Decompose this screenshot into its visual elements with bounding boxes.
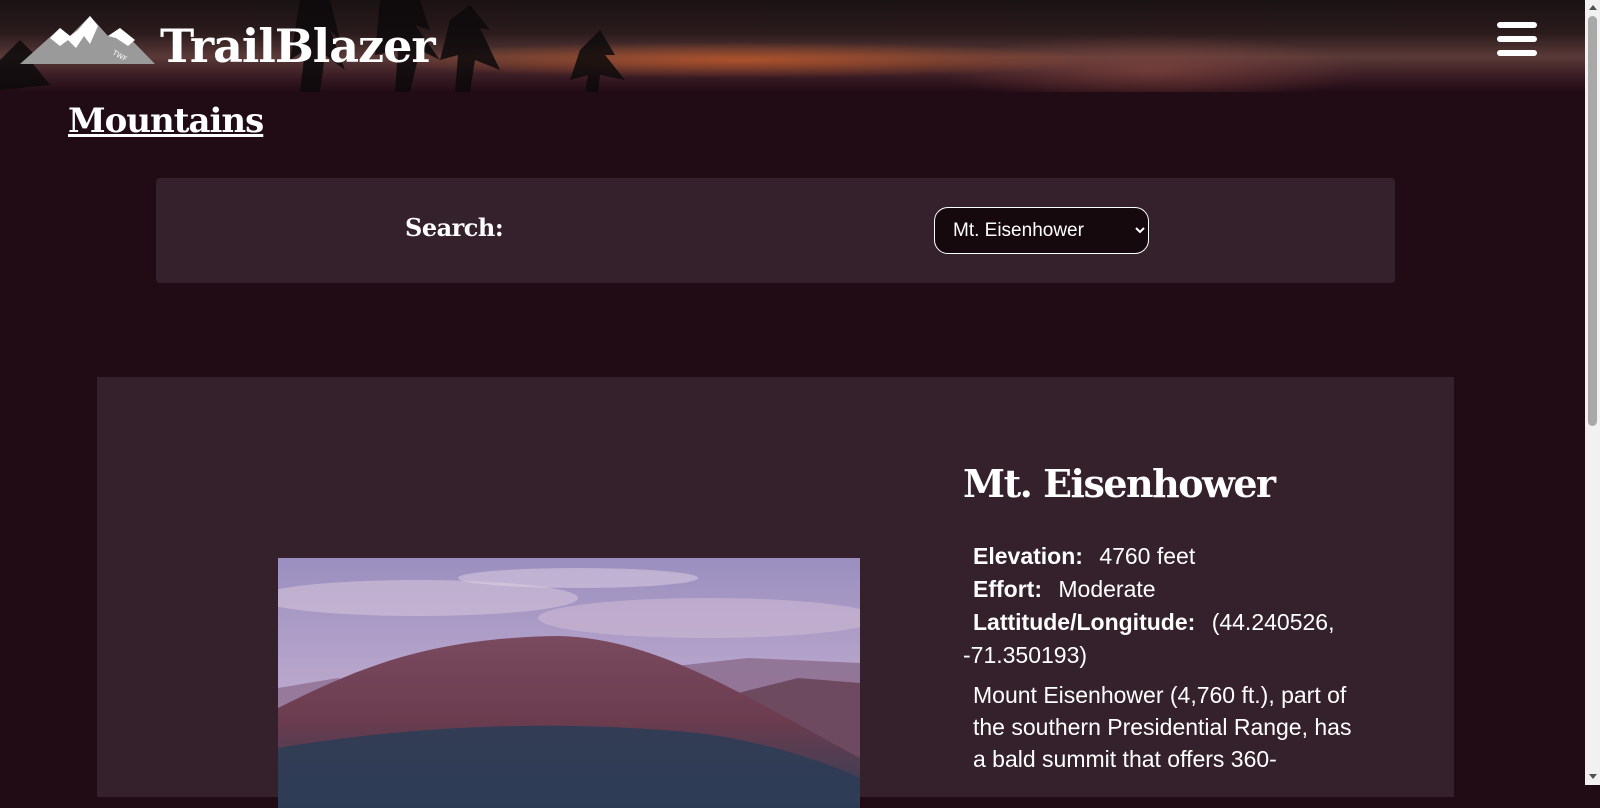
latlon-value-continued: -71.350193) <box>963 642 1088 668</box>
scroll-up-arrow-icon[interactable] <box>1589 5 1597 10</box>
search-label: Search: <box>405 213 504 242</box>
page-scrollbar[interactable] <box>1585 0 1600 785</box>
effort-row: Effort: Moderate <box>963 573 1363 606</box>
mountain-info: Elevation: 4760 feet Effort: Moderate La… <box>963 540 1363 672</box>
effort-label: Effort: <box>973 576 1042 602</box>
search-panel: Search: Mt. Eisenhower <box>156 178 1395 283</box>
elevation-row: Elevation: 4760 feet <box>963 540 1363 573</box>
elevation-value: 4760 feet <box>1099 543 1196 569</box>
site-brand[interactable]: TrailBlazer <box>160 16 436 76</box>
effort-value: Moderate <box>1058 576 1156 602</box>
mountain-card: Mt. Eisenhower Elevation: 4760 feet Effo… <box>97 377 1454 808</box>
scroll-down-arrow-icon[interactable] <box>1589 774 1597 779</box>
hamburger-menu-icon[interactable] <box>1497 22 1537 56</box>
mountain-logo-icon[interactable]: TWF <box>20 14 155 68</box>
scrollbar-thumb[interactable] <box>1588 16 1597 426</box>
latlon-row: Lattitude/Longitude: (44.240526, <box>963 606 1363 639</box>
latlon-value: (44.240526, <box>1211 609 1335 635</box>
page-title[interactable]: Mountains <box>68 98 264 144</box>
mountain-photo <box>278 558 860 808</box>
mountain-select[interactable]: Mt. Eisenhower <box>934 207 1149 254</box>
site-header: TWF TrailBlazer <box>0 0 1585 92</box>
mountain-name: Mt. Eisenhower <box>963 461 1276 506</box>
elevation-label: Elevation: <box>973 543 1083 569</box>
mountain-description: Mount Eisenhower (4,760 ft.), part of th… <box>973 682 1352 772</box>
latlon-label: Lattitude/Longitude: <box>973 609 1196 635</box>
